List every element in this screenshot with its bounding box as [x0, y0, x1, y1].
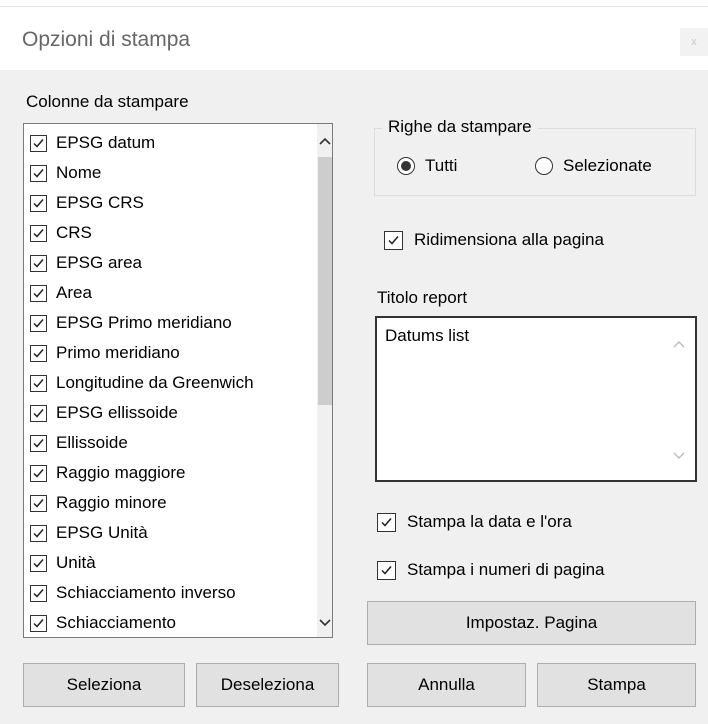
report-title-label: Titolo report [377, 288, 468, 307]
column-item-label: EPSG CRS [56, 193, 144, 212]
column-checkbox-item[interactable]: Area [30, 278, 320, 308]
window-title: Opzioni di stampa [22, 28, 191, 51]
checkbox-checked-icon [30, 494, 47, 512]
column-checkbox-item[interactable]: CRS [30, 218, 320, 248]
checkbox-checked-icon [30, 344, 47, 362]
print-datetime-label: Stampa la data e l'ora [407, 512, 572, 531]
column-item-label: EPSG area [56, 253, 142, 272]
scroll-down-icon[interactable] [317, 612, 332, 634]
columns-checklist[interactable]: Schiacciamento Schiacciamento inverso Unit… [23, 123, 333, 638]
column-checkbox-item[interactable]: Unità [30, 548, 320, 578]
textarea-scroll-down-icon[interactable] [671, 448, 687, 464]
radio-unselected-icon [535, 157, 553, 175]
checkbox-checked-icon [30, 224, 47, 242]
column-item-label: Longitudine da Greenwich [56, 373, 254, 392]
column-item-label: Raggio minore [56, 493, 167, 512]
columns-label: Colonne da stampare [26, 92, 189, 111]
close-icon: x [691, 36, 697, 48]
checkbox-checked-icon [30, 584, 47, 602]
column-checkbox-item[interactable]: EPSG datum [30, 128, 320, 158]
column-checkbox-item[interactable]: Schiacciamento inverso [30, 578, 320, 608]
checkbox-checked-icon [30, 254, 47, 272]
column-item-label: EPSG datum [56, 133, 156, 152]
checkbox-checked-icon [30, 314, 47, 332]
checkbox-checked-icon [30, 134, 47, 152]
checkbox-checked-icon [30, 194, 47, 212]
column-item-label: Schiacciamento [56, 613, 177, 632]
column-item-label: EPSG ellissoide [56, 403, 178, 422]
print-datetime-checkbox[interactable]: Stampa la data e l'ora [377, 512, 572, 532]
page-setup-button[interactable]: Impostaz. Pagina [367, 601, 696, 645]
checkbox-checked-icon [30, 464, 47, 482]
column-checkbox-item[interactable]: EPSG Unità [30, 518, 320, 548]
checkbox-checked-icon [30, 374, 47, 392]
column-checkbox-item[interactable]: Primo meridiano [30, 338, 320, 368]
print-button[interactable]: Stampa [537, 663, 696, 707]
column-checkbox-item[interactable]: Schiacciamento [30, 608, 320, 637]
close-button[interactable]: x [680, 28, 708, 56]
print-page-numbers-checkbox[interactable]: Stampa i numeri di pagina [377, 560, 605, 580]
radio-all-label: Tutti [425, 156, 458, 175]
title-bar: Opzioni di stampa x [0, 0, 708, 70]
radio-all[interactable]: Tutti [397, 156, 457, 176]
column-checkbox-item[interactable]: Nome [30, 158, 320, 188]
column-item-label: EPSG Unità [56, 523, 148, 542]
checkbox-checked-icon [30, 524, 47, 542]
fit-to-page-checkbox[interactable]: Ridimensiona alla pagina [384, 230, 604, 250]
radio-selected[interactable]: Selezionate [535, 156, 652, 176]
report-title-input[interactable]: Datums list [375, 316, 697, 482]
column-item-label: Unità [56, 553, 96, 572]
column-checkbox-item[interactable]: EPSG ellissoide [30, 398, 320, 428]
checkbox-checked-icon [384, 230, 403, 250]
column-item-label: Primo meridiano [56, 343, 180, 362]
column-checkbox-item[interactable]: EPSG Primo meridiano [30, 308, 320, 338]
cancel-button[interactable]: Annulla [367, 663, 526, 707]
checkbox-checked-icon [30, 434, 47, 452]
column-checkbox-item[interactable]: Raggio minore [30, 488, 320, 518]
deselect-all-button[interactable]: Deseleziona [196, 663, 339, 707]
textarea-scroll-up-icon[interactable] [671, 336, 687, 352]
title-bar-top-rule [0, 0, 708, 7]
checkbox-checked-icon [30, 614, 47, 632]
column-item-label: Ellissoide [56, 433, 128, 452]
report-title-value: Datums list [385, 326, 470, 345]
column-item-label: Nome [56, 163, 102, 182]
checkbox-checked-icon [30, 284, 47, 302]
print-page-numbers-label: Stampa i numeri di pagina [407, 560, 605, 579]
checkbox-checked-icon [377, 512, 396, 532]
column-item-label: EPSG Primo meridiano [56, 313, 232, 332]
column-checkbox-item[interactable]: Ellissoide [30, 428, 320, 458]
scroll-up-icon[interactable] [317, 130, 332, 152]
rows-legend: Righe da stampare [382, 117, 538, 137]
checkbox-checked-icon [30, 554, 47, 572]
column-checkbox-item[interactable]: Longitudine da Greenwich [30, 368, 320, 398]
radio-selected-icon [397, 157, 415, 175]
fit-to-page-label: Ridimensiona alla pagina [414, 230, 604, 249]
radio-selected-label: Selezionate [563, 156, 652, 175]
column-checkbox-item[interactable]: EPSG CRS [30, 188, 320, 218]
column-item-label: CRS [56, 223, 92, 242]
column-item-label: Raggio maggiore [56, 463, 186, 482]
column-item-label: Schiacciamento inverso [56, 583, 236, 602]
column-item-label: Area [56, 283, 92, 302]
column-checkbox-item[interactable]: Raggio maggiore [30, 458, 320, 488]
checkbox-checked-icon [377, 560, 396, 580]
select-all-button[interactable]: Seleziona [23, 663, 185, 707]
columns-scrollbar[interactable] [317, 124, 332, 637]
checkbox-checked-icon [30, 404, 47, 422]
checkbox-checked-icon [30, 164, 47, 182]
scrollbar-thumb[interactable] [318, 157, 332, 405]
column-checkbox-item[interactable]: EPSG area [30, 248, 320, 278]
